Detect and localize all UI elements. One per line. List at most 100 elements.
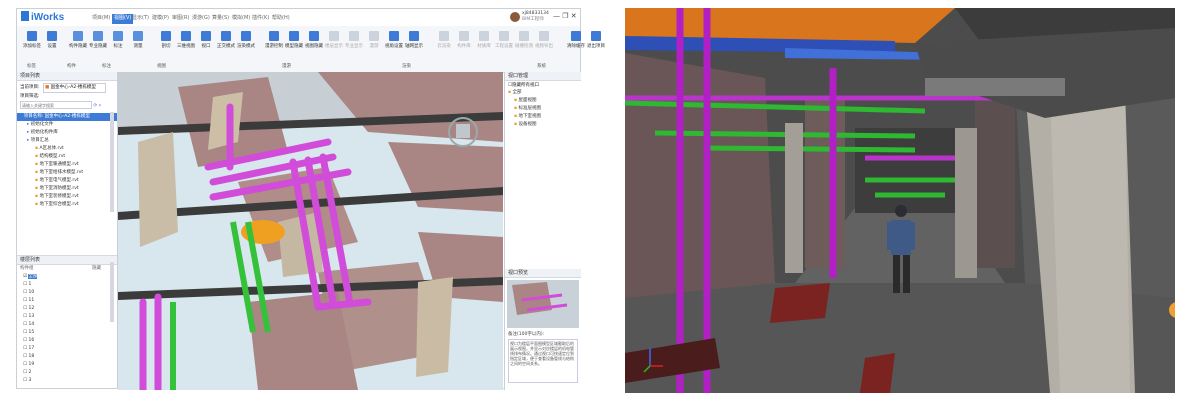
info-text[interactable]: 视口为楼层平面图模型区域截取后的展示视图，并显示对应楼层的机电管线排布情况。通过…: [508, 339, 578, 383]
layer-item[interactable]: ☐ 14: [17, 321, 117, 329]
ribbon-button-26[interactable]: 清除缓存: [565, 29, 587, 61]
viewport-tree-item[interactable]: ▪ 屋面视图: [505, 97, 581, 105]
ribbon-button-17[interactable]: 漫游: [363, 29, 385, 61]
ribbon-button-11[interactable]: 渲染模式: [235, 29, 257, 61]
tree-item[interactable]: ▸ 项目名称: 国金中心-A2-楼栋模型: [17, 112, 117, 121]
tab-3[interactable]: 显示(T): [132, 14, 149, 24]
ribbon-button-25[interactable]: 视频导出: [533, 29, 555, 61]
ribbon-button-21[interactable]: 构件库: [453, 29, 475, 61]
ribbon-button-4[interactable]: 专业隐藏: [87, 29, 109, 61]
hide-viewports-row[interactable]: ☐隐藏所有视口: [505, 81, 581, 89]
refresh-icon[interactable]: ⟳: [93, 104, 97, 109]
walkthrough-view[interactable]: [625, 8, 1175, 393]
layer-item-label: 2: [28, 369, 32, 375]
tree-item-label: 地下室消防模型.rvt: [39, 185, 79, 191]
tree-item[interactable]: ▪ 结构模型.rvt: [17, 153, 117, 161]
layer-item[interactable]: ☑ 全部: [17, 273, 117, 281]
ribbon-button-3[interactable]: 构件隐藏: [67, 29, 89, 61]
material-icon: [479, 31, 489, 41]
ribbon-button-24[interactable]: 碰撞检测: [513, 29, 535, 61]
tree-item[interactable]: ▪ 地下室消防模型.rvt: [17, 185, 117, 193]
tree-item[interactable]: ▪ A区总体.rvt: [17, 145, 117, 153]
layer-item[interactable]: ☐ 11: [17, 297, 117, 305]
tree-item[interactable]: ▪ 地下室装修模型.rvt: [17, 193, 117, 201]
ribbon-button-label: 视频导出: [535, 44, 553, 49]
ribbon-button-19[interactable]: 轴网显示: [403, 29, 425, 61]
layer-item[interactable]: ☐ 19: [17, 361, 117, 369]
ribbon-button-20[interactable]: 云渲染: [433, 29, 455, 61]
ribbon-button-label: 正交模式: [217, 44, 235, 49]
ribbon-button-14[interactable]: 视图隐藏: [303, 29, 325, 61]
tab-8[interactable]: 模拟(M): [232, 14, 250, 24]
ribbon-button-5[interactable]: 标注: [107, 29, 129, 61]
tab-4[interactable]: 建模(P): [152, 14, 169, 24]
tree-item[interactable]: ▸ 项目汇总: [17, 137, 117, 145]
tree-item[interactable]: ▸ 初始化构件库: [17, 129, 117, 137]
search-icon[interactable]: ⌕: [99, 104, 102, 109]
tree-item[interactable]: ▪ 地下室综合模型.rvt: [17, 201, 117, 209]
tab-10[interactable]: 帮助(H): [272, 14, 290, 24]
ribbon-button-22[interactable]: 材质库: [473, 29, 495, 61]
layer-scrollbar[interactable]: [110, 262, 114, 322]
layer-item[interactable]: ☐ 15: [17, 329, 117, 337]
search-input[interactable]: [20, 101, 92, 109]
tree-item[interactable]: ▪ 地下室电气模型.rvt: [17, 177, 117, 185]
tag-icon: [27, 31, 37, 41]
ribbon-button-8[interactable]: 三维视图: [175, 29, 197, 61]
viewport-tree-item[interactable]: ▪ 标准层视图: [505, 105, 581, 113]
model-canvas[interactable]: [118, 72, 503, 390]
layer-item[interactable]: ☐ 12: [17, 305, 117, 313]
ribbon-button-2[interactable]: 设置: [41, 29, 63, 61]
layer-item[interactable]: ☐ 17: [17, 345, 117, 353]
tree-item[interactable]: ▪ 地下室给排水模型.rvt: [17, 169, 117, 177]
walkthrough-canvas[interactable]: [625, 8, 1175, 393]
layer-item[interactable]: ☐ 3: [17, 377, 117, 385]
ribbon-button-9[interactable]: 视口: [195, 29, 217, 61]
model-viewport[interactable]: [118, 72, 503, 390]
layer-item[interactable]: ☐ 10: [17, 289, 117, 297]
layer-item[interactable]: ☐ 16: [17, 337, 117, 345]
ribbon-button-27[interactable]: 退出项目: [585, 29, 607, 61]
tree-item[interactable]: ▸ 初始化文件: [17, 121, 117, 129]
tab-7[interactable]: 算量(S): [212, 14, 229, 24]
viewport-tree-item[interactable]: ▪ 全部: [505, 89, 581, 97]
tab-6[interactable]: 漫游(G): [192, 14, 210, 24]
filter-label: 项目筛选:: [20, 94, 40, 99]
layer-item[interactable]: ☐ 1: [17, 281, 117, 289]
avatar[interactable]: [510, 12, 520, 22]
ribbon-button-label: 添加标签: [23, 44, 41, 49]
annotate-icon: [113, 31, 123, 41]
render-icon: [241, 31, 251, 41]
ribbon-button-16[interactable]: 专业显示: [343, 29, 365, 61]
ribbon-button-15[interactable]: 楼层显示: [323, 29, 345, 61]
viewport-preview[interactable]: [507, 280, 579, 328]
ribbon-button-18[interactable]: 视角设置: [383, 29, 405, 61]
viewport-tree-item[interactable]: ▪ 地下室视图: [505, 113, 581, 121]
ribbon-button-1[interactable]: 添加标签: [21, 29, 43, 61]
ribbon-button-label: 退出项目: [587, 44, 605, 49]
layer-item[interactable]: ☐ 13: [17, 313, 117, 321]
viewport-tree-item[interactable]: ▪ 设备视图: [505, 121, 581, 129]
ribbon-button-12[interactable]: 漫游控制: [263, 29, 285, 61]
ribbon-button-label: 标注: [113, 44, 123, 49]
ribbon-button-13[interactable]: 模型隐藏: [283, 29, 305, 61]
current-project-select[interactable]: ■ 国金中心-A2-楼栋模型: [42, 83, 106, 93]
window-controls[interactable]: — ❐ ✕: [553, 12, 579, 22]
tab-2[interactable]: 视图(V): [112, 14, 134, 24]
ribbon-button-23[interactable]: 工程设置: [493, 29, 515, 61]
user-info[interactable]: xj84833134 BIM工程师: [522, 11, 552, 23]
tree-item[interactable]: ▪ 地下室暖通模型.rvt: [17, 161, 117, 169]
tree-item-label: 地下室综合模型.rvt: [39, 201, 79, 207]
ribbon-button-6[interactable]: 测量: [127, 29, 149, 61]
tree-scrollbar[interactable]: [110, 112, 114, 212]
tab-5[interactable]: 审图(R): [172, 14, 189, 24]
ribbon-button-10[interactable]: 正交模式: [215, 29, 237, 61]
layer-item-label: 12: [28, 305, 35, 311]
layer-item[interactable]: ☐ 18: [17, 353, 117, 361]
layer-list: ☑ 全部 ☐ 1 ☐ 10 ☐ 11 ☐ 12 ☐ 13 ☐ 14 ☐ 15 ☐ 16 ☐ 17 ☐…: [17, 273, 117, 385]
layer-item[interactable]: ☐ 2: [17, 369, 117, 377]
clash-icon: [519, 31, 529, 41]
ribbon-button-7[interactable]: 剖切: [155, 29, 177, 61]
tab-1[interactable]: 项目(M): [92, 14, 110, 24]
tab-9[interactable]: 插件(K): [252, 14, 269, 24]
